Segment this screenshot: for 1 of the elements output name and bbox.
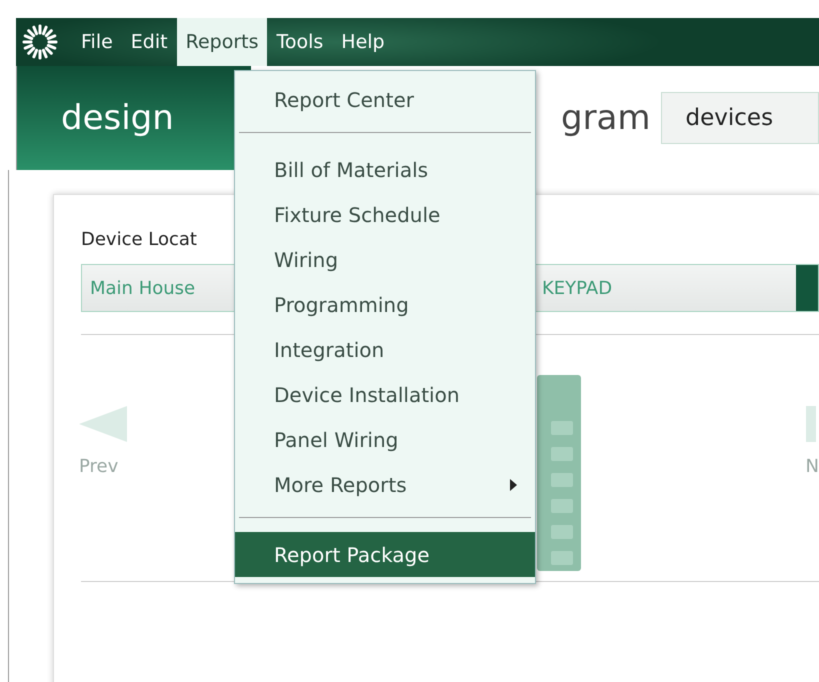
device-location-label: Device Locat [81,229,198,250]
